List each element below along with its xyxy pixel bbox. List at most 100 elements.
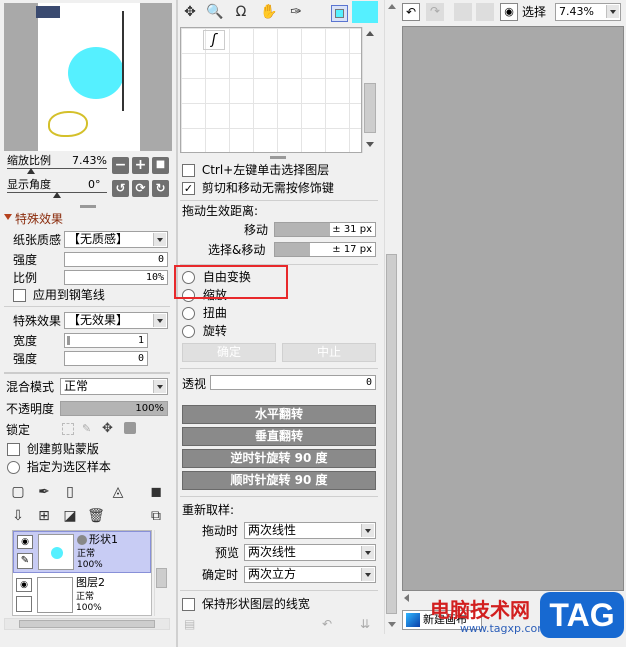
zoom-slider-thumb[interactable] [27,168,35,174]
undo-button[interactable]: ↶ [402,3,420,21]
invert-button[interactable] [476,3,494,21]
eyedropper-tool-icon[interactable]: ✑ [286,2,306,22]
splitter-handle[interactable] [270,156,286,159]
chevron-down-icon [153,233,166,246]
curve-editor[interactable]: ʃ [180,27,362,153]
lock-transparency-icon[interactable] [62,423,74,435]
tag-logo: TAG [540,592,624,638]
hand-tool-icon[interactable]: ✋ [259,2,279,22]
zoom-select[interactable]: 7.43% [555,3,621,21]
zoom-out-button[interactable]: − [112,157,129,174]
rotate-ccw-button[interactable]: 逆时针旋转 90 度 [182,449,376,468]
clip-mask-checkbox[interactable]: 创建剪贴蒙版 [7,442,99,456]
effects-header[interactable]: 特殊效果 [15,212,63,226]
cut-move-checkbox[interactable]: ✓ 剪切和移动无需按修饰键 [182,181,334,195]
new-shape-icon[interactable]: ◬ [108,482,128,502]
trash-icon[interactable]: ▤ [184,617,195,631]
sel-move-slider[interactable]: ± 17 px [274,242,376,257]
ok-button[interactable]: 确定 [182,343,276,362]
navigator-preview[interactable] [4,3,172,151]
scroll-down-icon[interactable] [366,142,374,147]
layer-opacity: 100% [76,603,102,613]
apply-brush-checkbox[interactable]: 应用到钢笔线 [13,288,105,302]
flip-horizontal-button[interactable]: 水平翻转 [182,405,376,424]
ctrl-click-checkbox[interactable]: Ctrl+左键单击选择图层 [182,163,329,177]
radio-distort[interactable]: 扭曲 [182,306,227,320]
ratio-field[interactable]: 10% [64,270,168,285]
effect-select[interactable]: 【无效果】 [64,312,168,329]
main-color-swatch[interactable] [352,1,378,23]
rotate-right-button[interactable]: ↻ [152,180,169,197]
undo-icon[interactable]: ↶ [322,617,332,631]
radio-rotate[interactable]: 旋转 [182,324,227,338]
lock-paint-icon[interactable]: ✎ [82,422,91,435]
width-field[interactable]: 1 [64,333,148,348]
record-icon[interactable]: ◼ [146,482,166,502]
blend-select[interactable]: 正常 [60,378,168,395]
zoom-reset-button[interactable]: ■ [152,157,169,174]
scrollbar-thumb[interactable] [364,83,376,133]
preview-select[interactable]: 两次线性 [244,544,376,561]
new-folder-icon[interactable]: ▯ [60,482,80,502]
rotate-reset-button[interactable]: ⟳ [132,180,149,197]
splitter-handle[interactable] [4,372,170,374]
eye-icon[interactable]: ◉ [16,578,32,592]
cancel-button[interactable]: 中止 [282,343,376,362]
zoom-in-button[interactable]: + [132,157,149,174]
opacity-slider[interactable]: 100% [60,401,168,416]
merge-icon[interactable]: ⊞ [34,506,54,526]
move-slider[interactable]: ± 31 px [274,222,376,237]
sel-move-fill [275,243,310,256]
tool-panel-scrollbar[interactable] [384,0,398,634]
keep-shape-checkbox[interactable]: 保持形状图层的线宽 [182,597,310,611]
curve-scrollbar[interactable] [362,27,377,153]
confirm-value: 两次立方 [248,567,297,581]
angle-slider-thumb[interactable] [53,192,61,198]
rotate-tool-icon[interactable]: Ω [231,2,251,22]
canvas-viewport[interactable] [402,26,624,591]
blank-icon [16,596,32,612]
scroll-down-icon[interactable] [388,622,396,627]
shape-layer-icon [77,535,87,545]
scroll-up-icon[interactable] [388,4,396,9]
rotate-left-button[interactable]: ↺ [112,180,129,197]
flip-vertical-button[interactable]: 垂直翻转 [182,427,376,446]
strength2-field[interactable]: 0 [64,351,148,366]
splitter-handle[interactable] [80,205,96,208]
scroll-up-icon[interactable] [366,31,374,36]
divider [180,368,378,369]
zoom-tool-icon[interactable]: 🔍 [205,2,225,22]
zoom-slider-track[interactable] [7,168,107,169]
layer-scrollbar[interactable] [154,530,168,616]
move-tool-icon[interactable]: ✥ [180,2,200,22]
layer-row[interactable]: ◉ 图层2 正常 100% [13,575,151,615]
delete-layer-icon[interactable]: 🗑 [86,506,106,526]
color-swap-button[interactable] [331,5,348,22]
drag-select[interactable]: 两次线性 [244,522,376,539]
horizontal-scrollbar[interactable] [4,618,170,630]
confirm-select[interactable]: 两次立方 [244,566,376,583]
lock-all-icon[interactable] [124,422,136,434]
layer-options-icon[interactable]: ⧉ [146,506,166,526]
strength-field[interactable]: 0 [64,252,168,267]
effects-collapse-icon[interactable] [4,214,12,220]
lock-move-icon[interactable]: ✥ [102,421,113,436]
scrollbar-thumb[interactable] [19,620,155,628]
redo-button[interactable]: ↷ [426,3,444,21]
scroll-left-icon[interactable] [404,594,409,602]
new-layer-icon[interactable]: ▢ [8,482,28,502]
eye-icon[interactable]: ◉ [17,535,33,549]
deselect-button[interactable] [454,3,472,21]
eye-icon[interactable]: ◉ [500,3,518,21]
new-pen-layer-icon[interactable]: ✒ [34,482,54,502]
save-icon[interactable]: ⇊ [360,617,370,631]
texture-select[interactable]: 【无质感】 [64,231,168,248]
scrollbar-thumb[interactable] [386,254,397,614]
rotate-cw-button[interactable]: 顺时针旋转 90 度 [182,471,376,490]
perspective-field[interactable]: 0 [210,375,376,390]
scrollbar-thumb[interactable] [156,568,167,588]
move-down-icon[interactable]: ⇩ [8,506,28,526]
layer-row[interactable]: ◉ ✎ 形状1 正常 100% [13,531,151,573]
select-source-checkbox[interactable]: 指定为选区样本 [7,460,111,474]
clear-layer-icon[interactable]: ◪ [60,506,80,526]
